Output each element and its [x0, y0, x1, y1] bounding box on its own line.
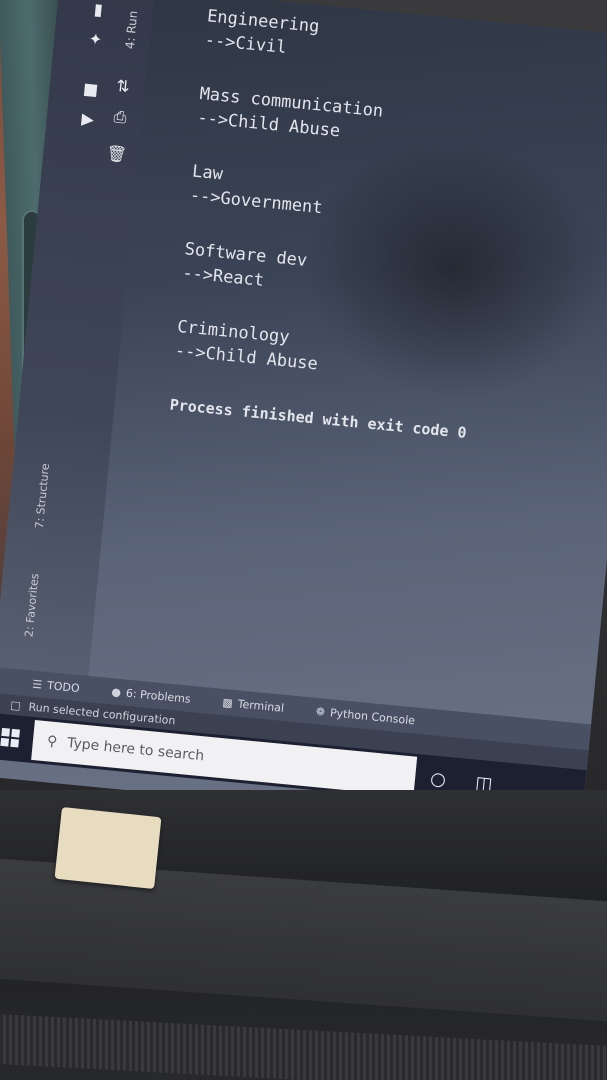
tab-problems-label: 6: Problems: [125, 686, 192, 706]
console-entry: Law -->Government: [189, 160, 607, 249]
favorites-tab[interactable]: 2: Favorites: [16, 559, 49, 651]
tab-python-console-label: Python Console: [329, 705, 416, 727]
structure-tab[interactable]: 7: Structure: [26, 450, 59, 542]
python-icon: ❁: [315, 704, 326, 719]
play-icon[interactable]: ▶: [76, 106, 100, 130]
sticker: [54, 806, 162, 890]
tab-terminal-label: Terminal: [237, 696, 285, 715]
problems-icon: ●: [110, 684, 122, 699]
stop-icon[interactable]: ■: [79, 76, 103, 100]
search-placeholder: Type here to search: [66, 735, 205, 765]
tab-python-console[interactable]: ❁ Python Console: [315, 704, 415, 726]
process-finished-message: Process finished with exit code 0: [168, 395, 468, 443]
console-entry: Criminology -->Child Abuse: [174, 315, 607, 404]
run-tab[interactable]: 4: Run: [114, 0, 149, 66]
tab-problems[interactable]: ● 6: Problems: [111, 685, 191, 706]
todo-icon: ☰: [31, 677, 43, 692]
start-button[interactable]: [0, 713, 35, 763]
laptop-screen: 4: Run ▮ ✦ ■ ▶ ⇅ ⎙ 🗑 7: Structure 2: Fav…: [0, 0, 607, 834]
rerun-icon[interactable]: ▮: [86, 0, 110, 21]
status-box-icon: □: [9, 698, 22, 713]
photo-scene: 4: Run ▮ ✦ ■ ▶ ⇅ ⎙ 🗑 7: Structure 2: Fav…: [0, 0, 607, 1080]
terminal-icon: ▩: [221, 695, 234, 710]
search-icon: ⚲: [46, 733, 58, 751]
tab-todo[interactable]: ☰ TODO: [32, 677, 80, 694]
print-icon[interactable]: ⎙: [108, 105, 132, 129]
console-entry: Engineering -->Civil: [204, 4, 607, 93]
delete-icon[interactable]: 🗑: [105, 141, 129, 165]
console-output: Engineering -->Civil Mass communication …: [143, 4, 607, 722]
tab-terminal[interactable]: ▩ Terminal: [222, 695, 285, 714]
console-entry: Mass communication -->Child Abuse: [196, 82, 607, 171]
sort-icon[interactable]: ⇅: [111, 74, 135, 98]
pin-icon[interactable]: ✦: [84, 27, 108, 51]
console-entry: Software dev -->React: [181, 237, 607, 326]
windows-logo-icon: [0, 727, 20, 748]
tab-todo-label: TODO: [46, 678, 81, 695]
